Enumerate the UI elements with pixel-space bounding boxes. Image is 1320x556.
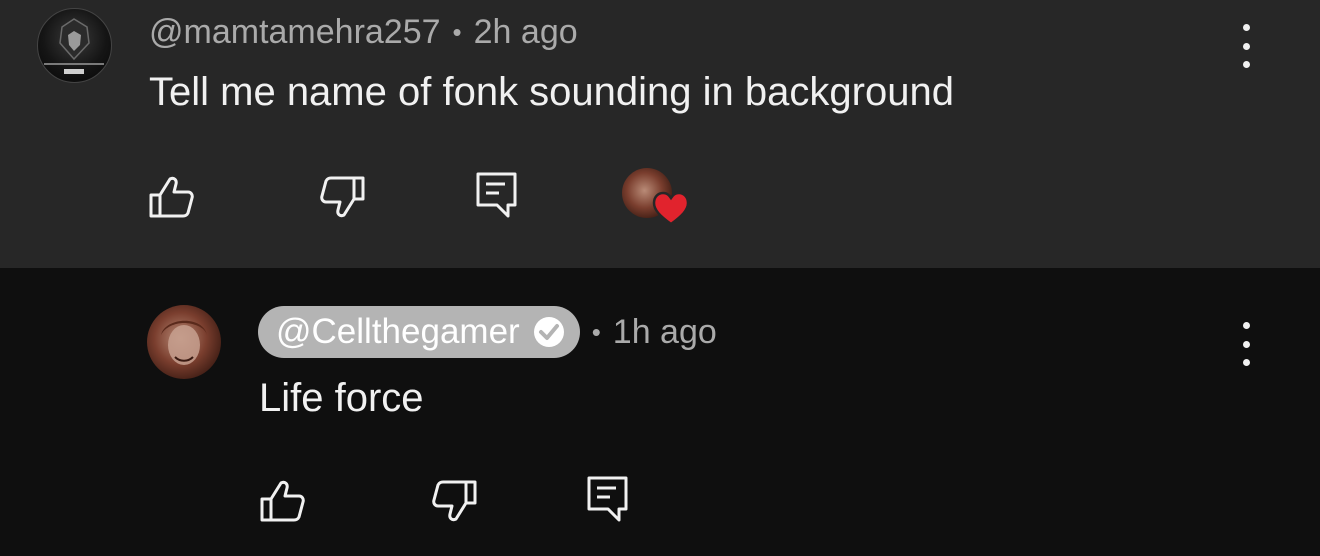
comment-header: @mamtamehra257 • 2h ago: [149, 10, 578, 54]
comment-header: @Cellthegamer • 1h ago: [258, 306, 717, 358]
more-options-button[interactable]: [1231, 24, 1261, 68]
reply-button[interactable]: [474, 170, 520, 220]
comment-text: Life force: [259, 376, 424, 420]
comment-text: Tell me name of fonk sounding in backgro…: [149, 70, 954, 114]
dislike-button[interactable]: [318, 174, 368, 220]
author-chip[interactable]: @Cellthegamer: [258, 306, 580, 358]
author-name: @Cellthegamer: [276, 312, 520, 351]
like-button[interactable]: [257, 478, 307, 524]
creator-heart-badge: [622, 168, 692, 230]
creator-heart-icon: [652, 191, 690, 226]
more-vertical-icon: [1242, 322, 1250, 329]
separator-dot: •: [452, 16, 462, 47]
comment-reply-icon: [587, 476, 628, 522]
author-name[interactable]: @mamtamehra257: [149, 13, 441, 52]
more-options-button[interactable]: [1231, 322, 1261, 366]
avatar-image: [161, 320, 207, 365]
verified-check-icon: [533, 317, 564, 347]
separator-dot: •: [591, 316, 601, 347]
comment-reply-icon: [476, 172, 517, 218]
more-vertical-icon: [1242, 340, 1250, 348]
reply-thread: @Cellthegamer • 1h ago Life force: [0, 268, 1320, 556]
more-vertical-icon: [1242, 24, 1250, 31]
like-button[interactable]: [146, 174, 196, 220]
avatar[interactable]: [37, 8, 112, 83]
thumbs-down-icon: [432, 480, 477, 522]
thumbs-down-icon: [320, 176, 365, 218]
thumbs-up-icon: [149, 176, 194, 218]
reply-button[interactable]: [585, 474, 631, 524]
more-vertical-icon: [1242, 42, 1250, 50]
timestamp[interactable]: 2h ago: [474, 13, 578, 52]
avatar[interactable]: [147, 305, 221, 379]
comment-thread: @mamtamehra257 • 2h ago Tell me name of …: [0, 0, 1320, 268]
avatar-image: [44, 18, 104, 74]
timestamp[interactable]: 1h ago: [613, 313, 717, 352]
dislike-button[interactable]: [430, 478, 480, 524]
more-vertical-icon: [1242, 61, 1250, 68]
thumbs-up-icon: [260, 480, 305, 522]
more-vertical-icon: [1242, 359, 1250, 366]
